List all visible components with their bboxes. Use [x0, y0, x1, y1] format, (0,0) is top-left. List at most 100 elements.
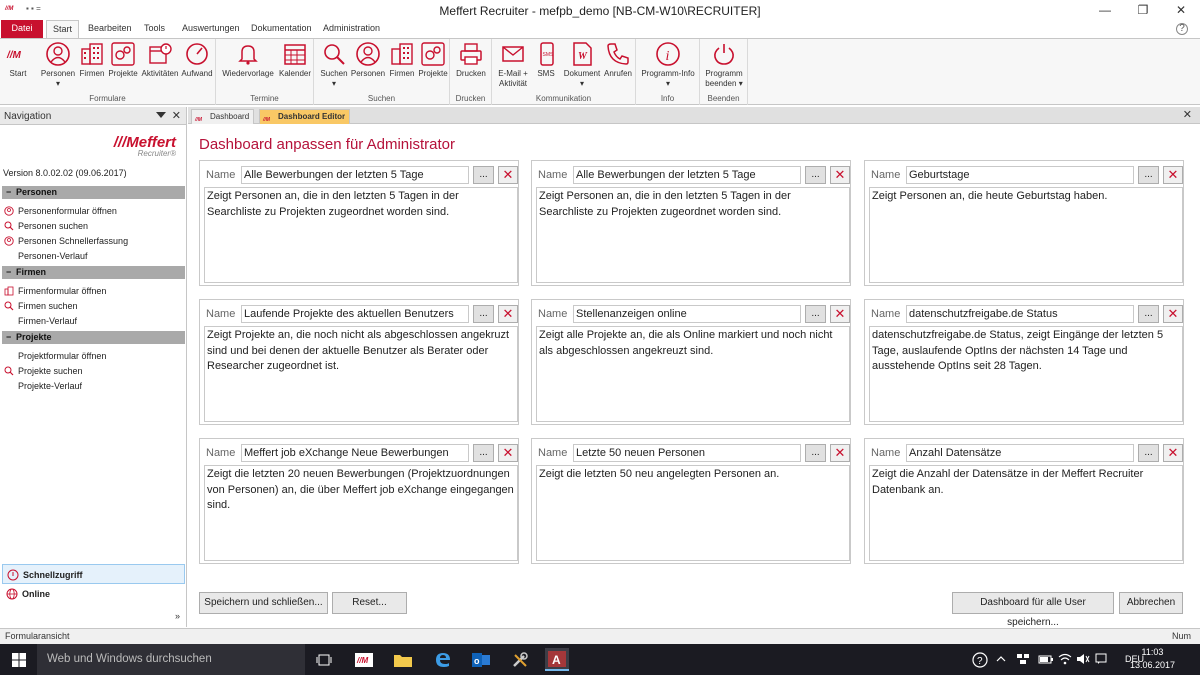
close-document-icon[interactable]: ✕ [1183, 108, 1192, 121]
card-description-field[interactable]: Zeigt Personen an, die heute Geburtstag … [869, 187, 1183, 283]
browse-button[interactable]: ... [473, 305, 494, 323]
minimize-button[interactable]: — [1086, 0, 1124, 20]
card-name-field[interactable]: Alle Bewerbungen der letzten 5 Tage [241, 166, 469, 184]
nav-online[interactable]: Online [2, 584, 185, 604]
aktivitaeten-button[interactable]: Aktivitäten [140, 41, 180, 79]
tab-administration[interactable]: Administration [317, 20, 386, 38]
edge-browser-icon[interactable] [431, 648, 455, 671]
sms-button[interactable]: SMS SMS [534, 41, 558, 79]
nav-item-firmenformular[interactable]: Firmenformular öffnen [4, 284, 106, 298]
tools-icon[interactable] [508, 648, 532, 671]
tab-datei[interactable]: Datei [1, 20, 43, 38]
taskbar-clock[interactable]: 11:03 13.06.2017 [1130, 646, 1175, 672]
card-name-field[interactable]: Alle Bewerbungen der letzten 5 Tage [573, 166, 801, 184]
wifi-icon[interactable] [1058, 653, 1072, 675]
close-button[interactable]: ✕ [1162, 0, 1200, 20]
card-name-field[interactable]: Anzahl Datensätze [906, 444, 1134, 462]
card-description-field[interactable]: Zeigt Personen an, die in den letzten 5 … [536, 187, 850, 283]
card-description-field[interactable]: Zeigt Projekte an, die noch nicht als ab… [204, 326, 518, 422]
suchen-projekte-button[interactable]: Projekte [418, 41, 448, 79]
card-description-field[interactable]: Zeigt die letzten 20 neuen Bewerbungen (… [204, 465, 518, 561]
volume-icon[interactable] [1076, 653, 1090, 675]
suchen-personen-button[interactable]: Personen [350, 41, 386, 79]
card-name-field[interactable]: Geburtstage [906, 166, 1134, 184]
tab-bearbeiten[interactable]: Bearbeiten [82, 20, 138, 38]
browse-button[interactable]: ... [473, 444, 494, 462]
card-description-field[interactable]: Zeigt die Anzahl der Datensätze in der M… [869, 465, 1183, 561]
people-tray-icon[interactable]: ? [972, 652, 988, 675]
wiedervorlage-button[interactable]: Wiedervorlage [220, 41, 276, 79]
email-aktivitaet-button[interactable]: E-Mail + Aktivität [494, 41, 532, 89]
kalender-button[interactable]: Kalender [278, 41, 312, 79]
delete-icon[interactable]: ✕ [830, 166, 850, 184]
nav-item-projekte-verlauf[interactable]: Projekte-Verlauf [4, 379, 82, 393]
nav-more-icon[interactable]: » [175, 611, 180, 621]
browse-button[interactable]: ... [805, 444, 826, 462]
browse-button[interactable]: ... [805, 166, 826, 184]
tab-tools[interactable]: Tools [138, 20, 171, 38]
nav-close-icon[interactable]: ✕ [172, 109, 181, 122]
meffert-recruiter-taskbar-icon[interactable]: //M [352, 648, 376, 671]
file-explorer-icon[interactable] [391, 648, 415, 671]
card-description-field[interactable]: datenschutzfreigabe.de Status, zeigt Ein… [869, 326, 1183, 422]
nav-item-projekte-suchen[interactable]: Projekte suchen [4, 364, 83, 378]
tab-start[interactable]: Start [46, 20, 80, 38]
delete-icon[interactable]: ✕ [498, 305, 518, 323]
card-name-field[interactable]: Laufende Projekte des aktuellen Benutzer… [241, 305, 469, 323]
nav-item-firmen-suchen[interactable]: Firmen suchen [4, 299, 78, 313]
personen-button[interactable]: Personen ▾ [38, 41, 78, 89]
nav-item-personen-suchen[interactable]: Personen suchen [4, 219, 88, 233]
save-all-users-button[interactable]: Dashboard für alle User speichern... [952, 592, 1114, 628]
suchen-button[interactable]: Suchen ▾ [319, 41, 349, 89]
save-close-button[interactable]: Speichern und schließen... [199, 592, 328, 614]
task-view-icon[interactable] [312, 648, 336, 671]
delete-icon[interactable]: ✕ [498, 444, 518, 462]
aufwand-button[interactable]: Aufwand [181, 41, 213, 79]
delete-icon[interactable]: ✕ [1163, 305, 1183, 323]
nav-section-personen[interactable]: − Personen [2, 186, 185, 199]
delete-icon[interactable]: ✕ [498, 166, 518, 184]
card-name-field[interactable]: Meffert job eXchange Neue Bewerbungen [241, 444, 469, 462]
dokument-button[interactable]: W Dokument ▾ [562, 41, 602, 89]
network-settings-icon[interactable] [1016, 653, 1030, 675]
access-app-icon[interactable]: A [545, 648, 569, 671]
doc-tab-dashboard[interactable]: //M Dashboard [191, 109, 255, 124]
tab-dokumentation[interactable]: Dokumentation [245, 20, 318, 38]
projekte-button[interactable]: Projekte [108, 41, 138, 79]
suchen-firmen-button[interactable]: Firmen [387, 41, 417, 79]
programm-info-button[interactable]: i Programm-Info ▾ [639, 41, 697, 89]
outlook-icon[interactable]: o [469, 648, 493, 671]
taskbar-search-input[interactable]: Web und Windows durchsuchen [37, 644, 305, 675]
delete-icon[interactable]: ✕ [1163, 444, 1183, 462]
delete-icon[interactable]: ✕ [1163, 166, 1183, 184]
card-name-field[interactable]: Letzte 50 neuen Personen [573, 444, 801, 462]
nav-item-personen-schnellerfassung[interactable]: Personen Schnellerfassung [4, 234, 128, 248]
firmen-button[interactable]: Firmen [78, 41, 106, 79]
programm-beenden-button[interactable]: Programm beenden ▾ [704, 41, 744, 89]
start-button[interactable]: //M Start [4, 41, 32, 79]
nav-section-projekte[interactable]: − Projekte [2, 331, 185, 344]
card-name-field[interactable]: datenschutzfreigabe.de Status [906, 305, 1134, 323]
browse-button[interactable]: ... [1138, 305, 1159, 323]
drucken-button[interactable]: Drucken [454, 41, 488, 79]
nav-item-personenformular[interactable]: Personenformular öffnen [4, 204, 117, 218]
delete-icon[interactable]: ✕ [830, 305, 850, 323]
show-hidden-icons-icon[interactable] [996, 654, 1006, 675]
windows-start-button[interactable] [0, 644, 37, 675]
doc-tab-dashboard-editor[interactable]: //M Dashboard Editor [259, 109, 351, 124]
card-description-field[interactable]: Zeigt Personen an, die in den letzten 5 … [204, 187, 518, 283]
browse-button[interactable]: ... [1138, 444, 1159, 462]
browse-button[interactable]: ... [805, 305, 826, 323]
reset-button[interactable]: Reset... [332, 592, 407, 614]
action-center-icon[interactable] [1095, 653, 1107, 675]
anrufen-button[interactable]: Anrufen [602, 41, 634, 79]
nav-section-firmen[interactable]: − Firmen [2, 266, 185, 279]
nav-dropdown-icon[interactable] [156, 112, 166, 118]
cancel-button[interactable]: Abbrechen [1119, 592, 1183, 614]
card-description-field[interactable]: Zeigt die letzten 50 neu angelegten Pers… [536, 465, 850, 561]
browse-button[interactable]: ... [473, 166, 494, 184]
browse-button[interactable]: ... [1138, 166, 1159, 184]
nav-schnellzugriff[interactable]: Schnellzugriff [2, 564, 185, 584]
nav-item-firmen-verlauf[interactable]: Firmen-Verlauf [4, 314, 77, 328]
tab-auswertungen[interactable]: Auswertungen [176, 20, 246, 38]
